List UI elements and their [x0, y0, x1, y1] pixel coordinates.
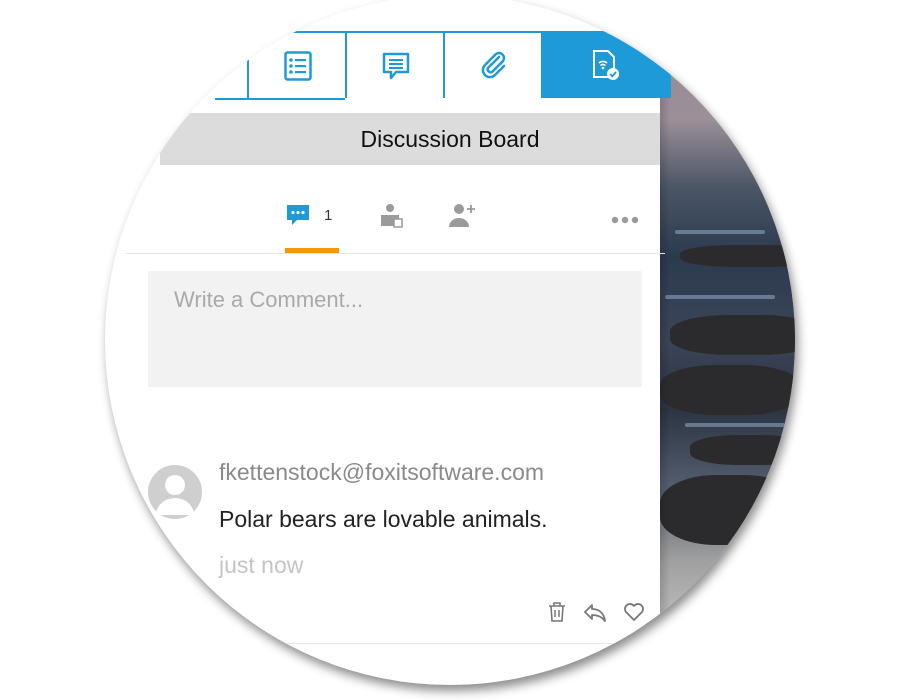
- connected-doc-icon: [590, 49, 622, 83]
- magnified-view: Discussion Board 1 Write a Comment... fk…: [105, 0, 795, 685]
- toolbar-baseline: [215, 98, 345, 100]
- reply-icon[interactable]: [583, 602, 607, 622]
- assign-icon: [378, 202, 404, 228]
- comment-input[interactable]: Write a Comment...: [148, 271, 642, 387]
- comment-divider: [125, 643, 665, 644]
- trash-icon[interactable]: [547, 601, 567, 623]
- tabs-divider: [125, 253, 665, 254]
- discussion-tabs: 1: [275, 195, 665, 255]
- list-icon: [284, 50, 312, 81]
- background-photo: [660, 0, 795, 685]
- comment-actions: [547, 600, 647, 624]
- tab-add-user[interactable]: [447, 195, 477, 235]
- comment-placeholder: Write a Comment...: [174, 287, 364, 312]
- tab-attachments[interactable]: [443, 31, 543, 98]
- more-icon: [610, 215, 640, 225]
- page-title: Discussion Board: [360, 125, 540, 152]
- discussion-board-header: Discussion Board: [160, 113, 660, 165]
- tab-list[interactable]: [247, 31, 347, 98]
- comment-bubble-icon: [285, 202, 311, 228]
- user-silhouette-icon: [156, 475, 194, 515]
- photo-edge-shadow: [660, 0, 670, 685]
- comment-author: fkettenstock@foxitsoftware.com: [219, 459, 545, 485]
- comment-icon: [381, 51, 411, 81]
- avatar: [148, 465, 202, 519]
- add-user-icon: [447, 202, 477, 228]
- tab-assign[interactable]: [378, 195, 404, 235]
- comment-timestamp: just now: [219, 552, 304, 578]
- heart-icon[interactable]: [623, 602, 645, 622]
- more-options[interactable]: [610, 200, 640, 240]
- tab-comments[interactable]: [345, 31, 445, 98]
- tab-connected-doc[interactable]: [541, 31, 671, 98]
- comment-text: Polar bears are lovable animals.: [219, 506, 548, 532]
- comment-count: 1: [324, 206, 333, 224]
- paperclip-icon: [478, 50, 510, 82]
- tab-comment-count[interactable]: 1: [285, 195, 332, 235]
